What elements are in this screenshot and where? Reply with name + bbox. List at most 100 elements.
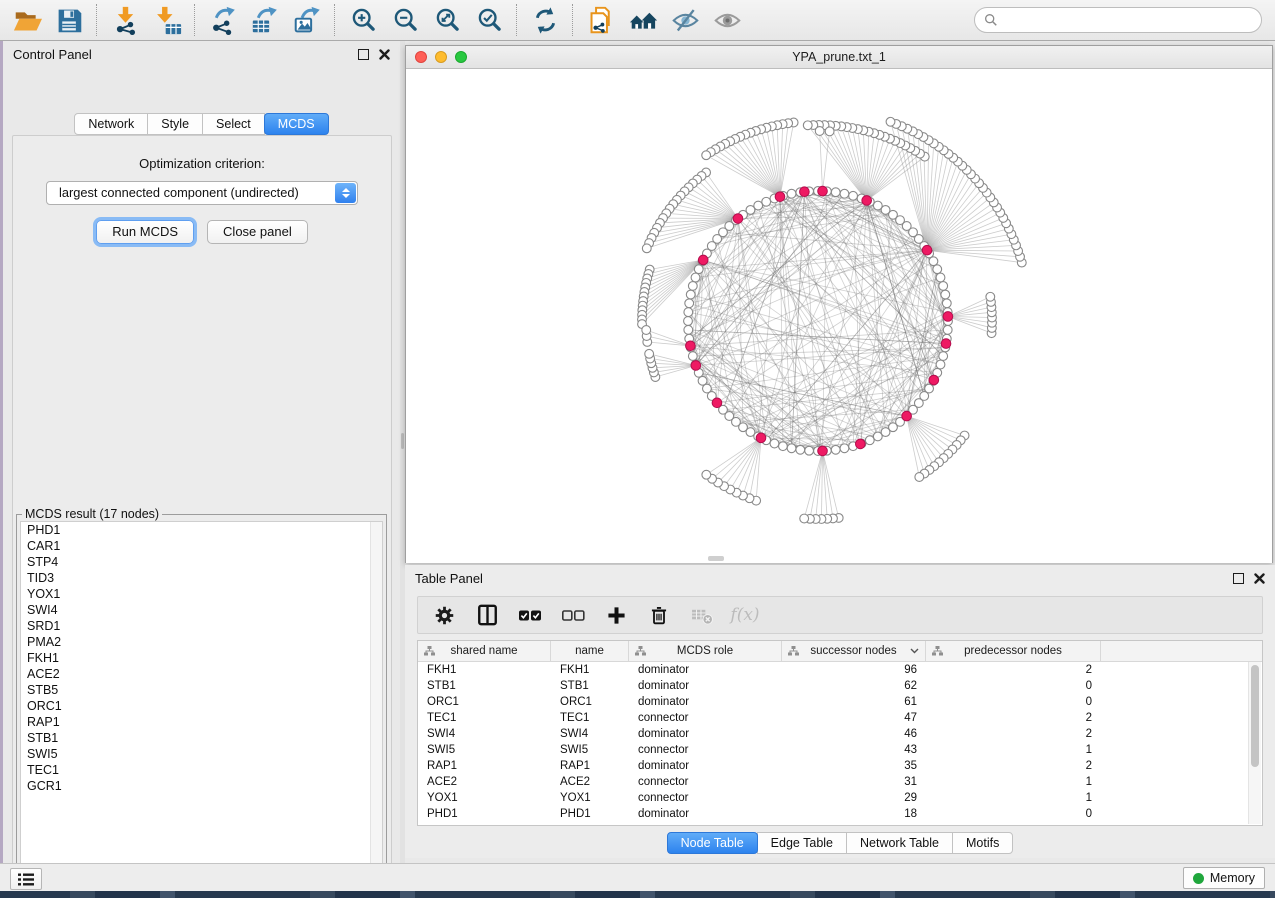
zoom-in-icon [349, 6, 378, 35]
refresh-view-button[interactable] [524, 2, 566, 38]
mcds-list-item[interactable]: SWI4 [21, 602, 382, 618]
memory-status-icon [1193, 873, 1204, 884]
column-header-MCDS-role[interactable]: MCDS role [629, 641, 782, 661]
houses-icon [629, 6, 658, 35]
mcds-list-item[interactable]: TID3 [21, 570, 382, 586]
mcds-list-item[interactable]: FKH1 [21, 650, 382, 666]
cell-name: ORC1 [551, 694, 629, 710]
close-panel-icon[interactable] [1254, 573, 1265, 584]
mcds-list-item[interactable]: ORC1 [21, 698, 382, 714]
select-all-button[interactable] [518, 603, 542, 627]
mcds-list-item[interactable]: PMA2 [21, 634, 382, 650]
export-network-button[interactable] [202, 2, 244, 38]
mcds-list-item[interactable]: STB5 [21, 682, 382, 698]
table-row[interactable]: ACE2ACE2connector311 [418, 774, 1262, 790]
tab-network[interactable]: Network [74, 113, 148, 135]
float-window-icon[interactable] [358, 49, 369, 60]
zoom-out-button[interactable] [384, 2, 426, 38]
table-vscrollbar[interactable] [1248, 662, 1261, 824]
tab-select[interactable]: Select [202, 113, 265, 135]
network-canvas[interactable] [406, 69, 1272, 563]
status-bar: Memory [0, 863, 1275, 891]
add-column-button[interactable] [604, 603, 628, 627]
show-graphics-button[interactable] [706, 2, 748, 38]
cell-predecessor-nodes: 0 [926, 678, 1101, 694]
cell-MCDS-role: connector [629, 774, 782, 790]
mcds-list-scrollbar[interactable] [370, 522, 382, 870]
tab-network-table[interactable]: Network Table [846, 832, 953, 854]
delete-column-button[interactable] [647, 603, 671, 627]
show-columns-button[interactable] [475, 603, 499, 627]
save-session-button[interactable] [48, 2, 90, 38]
hide-graphics-button[interactable] [664, 2, 706, 38]
zoom-fit-button[interactable] [426, 2, 468, 38]
column-header-predecessor-nodes[interactable]: predecessor nodes [926, 641, 1101, 661]
table-row[interactable]: TEC1TEC1connector472 [418, 710, 1262, 726]
column-header-filler [1101, 641, 1262, 661]
mcds-list-item[interactable]: RAP1 [21, 714, 382, 730]
network-search-button[interactable] [622, 2, 664, 38]
criterion-dropdown[interactable]: largest connected component (undirected) [46, 181, 358, 205]
mcds-list-item[interactable]: SWI5 [21, 746, 382, 762]
table-row[interactable]: SWI5SWI5connector431 [418, 742, 1262, 758]
tab-style[interactable]: Style [147, 113, 203, 135]
column-header-name[interactable]: name [551, 641, 629, 661]
table-row[interactable]: PHD1PHD1dominator180 [418, 806, 1262, 822]
float-window-icon[interactable] [1233, 573, 1244, 584]
zoom-in-button[interactable] [342, 2, 384, 38]
mcds-list-item[interactable]: ACE2 [21, 666, 382, 682]
mcds-list-item[interactable]: GCR1 [21, 778, 382, 794]
mcds-list-item[interactable]: PHD1 [21, 522, 382, 538]
export-network-icon [209, 6, 238, 35]
import-network-button[interactable] [104, 2, 146, 38]
cell-predecessor-nodes: 2 [926, 726, 1101, 742]
network-graph[interactable] [406, 69, 1272, 563]
clone-network-button[interactable] [580, 2, 622, 38]
task-history-button[interactable] [10, 868, 42, 890]
cell-predecessor-nodes: 1 [926, 742, 1101, 758]
open-session-button[interactable] [6, 2, 48, 38]
network-hscrollbar-thumb[interactable] [708, 556, 724, 561]
mcds-list-item[interactable]: TEC1 [21, 762, 382, 778]
cell-successor-nodes: 96 [782, 662, 926, 678]
mcds-list-item[interactable]: SRD1 [21, 618, 382, 634]
tab-edge-table[interactable]: Edge Table [757, 832, 847, 854]
mcds-list-item[interactable]: STB1 [21, 730, 382, 746]
mcds-list-item[interactable]: STP4 [21, 554, 382, 570]
cell-predecessor-nodes: 2 [926, 758, 1101, 774]
import-table-button[interactable] [146, 2, 188, 38]
table-row[interactable]: SWI4SWI4dominator462 [418, 726, 1262, 742]
delete-table-button[interactable] [690, 603, 714, 627]
column-header-shared-name[interactable]: shared name [418, 641, 551, 661]
run-mcds-button[interactable]: Run MCDS [96, 220, 194, 244]
zoom-selected-button[interactable] [468, 2, 510, 38]
mcds-list-item[interactable]: YOX1 [21, 586, 382, 602]
table-row[interactable]: RAP1RAP1dominator352 [418, 758, 1262, 774]
table-settings-button[interactable] [432, 603, 456, 627]
column-header-successor-nodes[interactable]: successor nodes [782, 641, 926, 661]
table-row[interactable]: FKH1FKH1dominator962 [418, 662, 1262, 678]
export-table-button[interactable] [244, 2, 286, 38]
table-row[interactable]: ORC1ORC1dominator610 [418, 694, 1262, 710]
toolbar-separator [516, 4, 518, 36]
deselect-all-button[interactable] [561, 603, 585, 627]
table-vscrollbar-thumb[interactable] [1251, 665, 1259, 767]
network-window-titlebar[interactable]: YPA_prune.txt_1 [406, 46, 1272, 69]
close-panel-icon[interactable] [379, 49, 390, 60]
close-panel-button[interactable]: Close panel [207, 220, 308, 244]
splitter-handle-icon [401, 433, 404, 449]
tab-mcds[interactable]: MCDS [264, 113, 329, 135]
table-row[interactable]: STB1STB1dominator620 [418, 678, 1262, 694]
table-row[interactable]: YOX1YOX1connector291 [418, 790, 1262, 806]
search-input[interactable] [998, 12, 1252, 29]
search-box[interactable] [974, 7, 1262, 33]
export-image-button[interactable] [286, 2, 328, 38]
memory-button[interactable]: Memory [1183, 867, 1265, 889]
cell-shared-name: SWI5 [418, 742, 551, 758]
tab-node-table[interactable]: Node Table [667, 832, 758, 854]
node-table: shared namenameMCDS rolesuccessor nodesp… [417, 640, 1263, 826]
cell-shared-name: TEC1 [418, 710, 551, 726]
mcds-list-item[interactable]: CAR1 [21, 538, 382, 554]
tab-motifs[interactable]: Motifs [952, 832, 1013, 854]
function-builder-button[interactable]: f(x) [733, 603, 757, 627]
